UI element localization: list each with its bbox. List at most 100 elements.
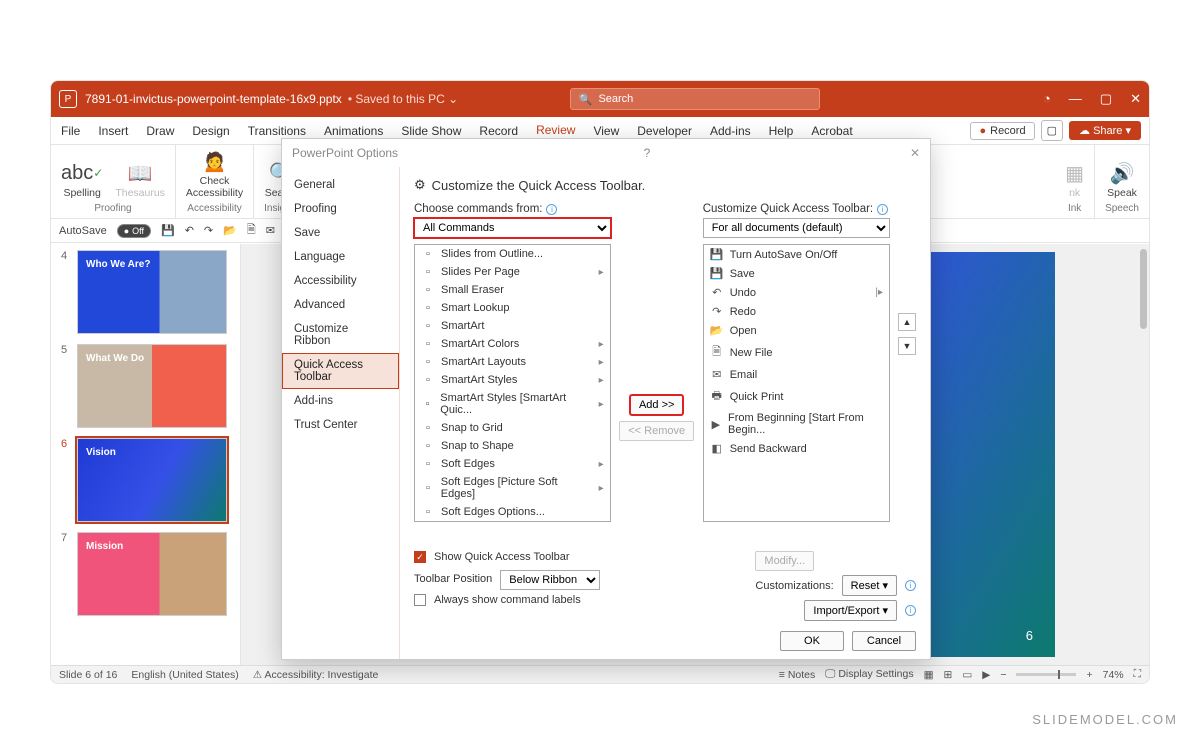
command-item[interactable]: ▫Snap to Shape — [415, 437, 610, 455]
info-icon[interactable]: i — [905, 580, 916, 591]
share-button[interactable]: ☁ Share ▾ — [1069, 121, 1141, 140]
view-reading-icon[interactable]: ▭ — [962, 669, 972, 681]
options-nav-language[interactable]: Language — [282, 245, 399, 269]
commands-listbox[interactable]: ▫Slides from Outline...▫Slides Per Page▸… — [414, 244, 611, 522]
language-status[interactable]: English (United States) — [131, 669, 238, 681]
command-item[interactable]: ▫Sound▸ — [415, 521, 610, 522]
record-button[interactable]: ●Record — [970, 122, 1034, 140]
view-normal-icon[interactable]: ▦ — [924, 669, 934, 681]
command-item[interactable]: ▫SmartArt Styles▸ — [415, 371, 610, 389]
qat-item[interactable]: 🖶Quick Print — [704, 384, 889, 409]
dialog-close-icon[interactable]: ✕ — [910, 146, 920, 160]
close-icon[interactable]: ✕ — [1130, 91, 1141, 107]
zoom-out[interactable]: − — [1000, 669, 1006, 681]
customize-scope-select[interactable]: For all documents (default) — [703, 218, 890, 238]
spelling-button[interactable]: abc✓Spelling — [61, 161, 103, 199]
qat-item[interactable]: 📂Open — [704, 321, 889, 340]
info-icon[interactable]: i — [905, 605, 916, 616]
accessibility-button[interactable]: 🙍Check Accessibility — [186, 149, 243, 199]
save-status: • Saved to this PC ⌄ — [348, 92, 458, 106]
display-settings[interactable]: 🖵 Display Settings — [825, 668, 913, 681]
qat-item[interactable]: ▶From Beginning [Start From Begin... — [704, 409, 889, 439]
options-nav-customize-ribbon[interactable]: Customize Ribbon — [282, 317, 399, 353]
reset-button[interactable]: Reset ▾ — [842, 575, 897, 596]
command-item[interactable]: ▫Soft Edges [Picture Soft Edges]▸ — [415, 473, 610, 503]
qat-item[interactable]: ↶Undo|▸ — [704, 283, 889, 302]
options-nav-advanced[interactable]: Advanced — [282, 293, 399, 317]
slide-counter: Slide 6 of 16 — [59, 669, 117, 681]
command-item[interactable]: ▫Smart Lookup — [415, 299, 610, 317]
accessibility-status[interactable]: ⚠ Accessibility: Investigate — [253, 669, 379, 681]
add-button[interactable]: Add >> — [630, 395, 683, 415]
dialog-sidebar: GeneralProofingSaveLanguageAccessibility… — [282, 167, 400, 659]
view-sorter-icon[interactable]: ⊞ — [944, 669, 953, 681]
options-nav-save[interactable]: Save — [282, 221, 399, 245]
minimize-icon[interactable]: — — [1069, 91, 1082, 107]
options-nav-general[interactable]: General — [282, 173, 399, 197]
dialog-help-icon[interactable]: ? — [644, 146, 651, 160]
toolbar-position-select[interactable]: Below Ribbon — [500, 570, 600, 590]
qat-undo-icon[interactable]: ↶ — [185, 224, 194, 237]
qat-open-icon[interactable]: 📂 — [223, 224, 237, 237]
command-item[interactable]: ▫Soft Edges▸ — [415, 455, 610, 473]
notes-button[interactable]: ≡ Notes — [779, 669, 815, 681]
command-item[interactable]: ▫SmartArt Layouts▸ — [415, 353, 610, 371]
qat-item[interactable]: ↷Redo — [704, 302, 889, 321]
qat-item[interactable]: ✉Email — [704, 365, 889, 384]
maximize-icon[interactable]: ▢ — [1100, 91, 1112, 107]
command-item[interactable]: ▫SmartArt Colors▸ — [415, 335, 610, 353]
group-proofing: Proofing — [94, 203, 131, 214]
show-qat-checkbox[interactable]: ✓ — [414, 551, 426, 563]
options-nav-accessibility[interactable]: Accessibility — [282, 269, 399, 293]
thumbnail-slide-5[interactable]: 5What We Do — [61, 344, 236, 428]
scrollbar[interactable] — [1140, 249, 1147, 329]
options-nav-proofing[interactable]: Proofing — [282, 197, 399, 221]
thumbnail-slide-4[interactable]: 4Who We Are? — [61, 250, 236, 334]
group-accessibility: Accessibility — [187, 203, 241, 214]
move-down-button[interactable]: ▼ — [898, 337, 916, 355]
qat-email-icon[interactable]: ✉ — [266, 224, 275, 237]
info-icon[interactable]: i — [546, 204, 557, 215]
ok-button[interactable]: OK — [780, 631, 844, 651]
tab-file[interactable]: File — [59, 120, 82, 142]
thumbnail-slide-6[interactable]: 6Vision — [61, 438, 236, 522]
qat-item[interactable]: 💾Save — [704, 264, 889, 283]
qat-save-icon[interactable]: 💾 — [161, 224, 175, 237]
options-nav-trust-center[interactable]: Trust Center — [282, 413, 399, 437]
zoom-value[interactable]: 74% — [1103, 669, 1124, 681]
autosave-toggle[interactable]: ● Off — [117, 224, 151, 238]
command-item[interactable]: ▫Small Eraser — [415, 281, 610, 299]
speak-button[interactable]: 🔊Speak — [1107, 161, 1137, 199]
present-button[interactable]: ▢ — [1041, 120, 1063, 141]
search-box[interactable]: 🔍 Search — [570, 88, 820, 110]
command-item[interactable]: ▫Slides from Outline... — [415, 245, 610, 263]
cancel-button[interactable]: Cancel — [852, 631, 916, 651]
fit-icon[interactable]: ⛶ — [1134, 668, 1141, 681]
view-slideshow-icon[interactable]: ▶ — [982, 669, 990, 681]
qat-listbox[interactable]: 💾Turn AutoSave On/Off💾Save↶Undo|▸↷Redo📂O… — [703, 244, 890, 522]
move-up-button[interactable]: ▲ — [898, 313, 916, 331]
command-item[interactable]: ▫SmartArt Styles [SmartArt Quic...▸ — [415, 389, 610, 419]
qat-redo-icon[interactable]: ↷ — [204, 224, 213, 237]
zoom-slider[interactable] — [1016, 673, 1076, 676]
tab-design[interactable]: Design — [190, 120, 231, 142]
command-item[interactable]: ▫Snap to Grid — [415, 419, 610, 437]
info-icon[interactable]: i — [877, 204, 888, 215]
qat-item[interactable]: 🗎New File — [704, 340, 889, 365]
qat-item[interactable]: 💾Turn AutoSave On/Off — [704, 245, 889, 264]
thumbnail-slide-7[interactable]: 7Mission — [61, 532, 236, 616]
zoom-in[interactable]: + — [1086, 669, 1092, 681]
user-icon[interactable]: ◔ — [1043, 91, 1051, 107]
import-export-button[interactable]: Import/Export ▾ — [804, 600, 897, 621]
command-item[interactable]: ▫Soft Edges Options... — [415, 503, 610, 521]
options-nav-quick-access-toolbar[interactable]: Quick Access Toolbar — [282, 353, 399, 389]
qat-item[interactable]: ◧Send Backward — [704, 439, 889, 458]
options-nav-add-ins[interactable]: Add-ins — [282, 389, 399, 413]
command-item[interactable]: ▫Slides Per Page▸ — [415, 263, 610, 281]
tab-insert[interactable]: Insert — [96, 120, 130, 142]
command-item[interactable]: ▫SmartArt — [415, 317, 610, 335]
tab-draw[interactable]: Draw — [144, 120, 176, 142]
choose-commands-select[interactable]: All Commands — [414, 218, 611, 238]
always-labels-checkbox[interactable] — [414, 594, 426, 606]
qat-new-icon[interactable]: 🗎 — [247, 221, 256, 240]
